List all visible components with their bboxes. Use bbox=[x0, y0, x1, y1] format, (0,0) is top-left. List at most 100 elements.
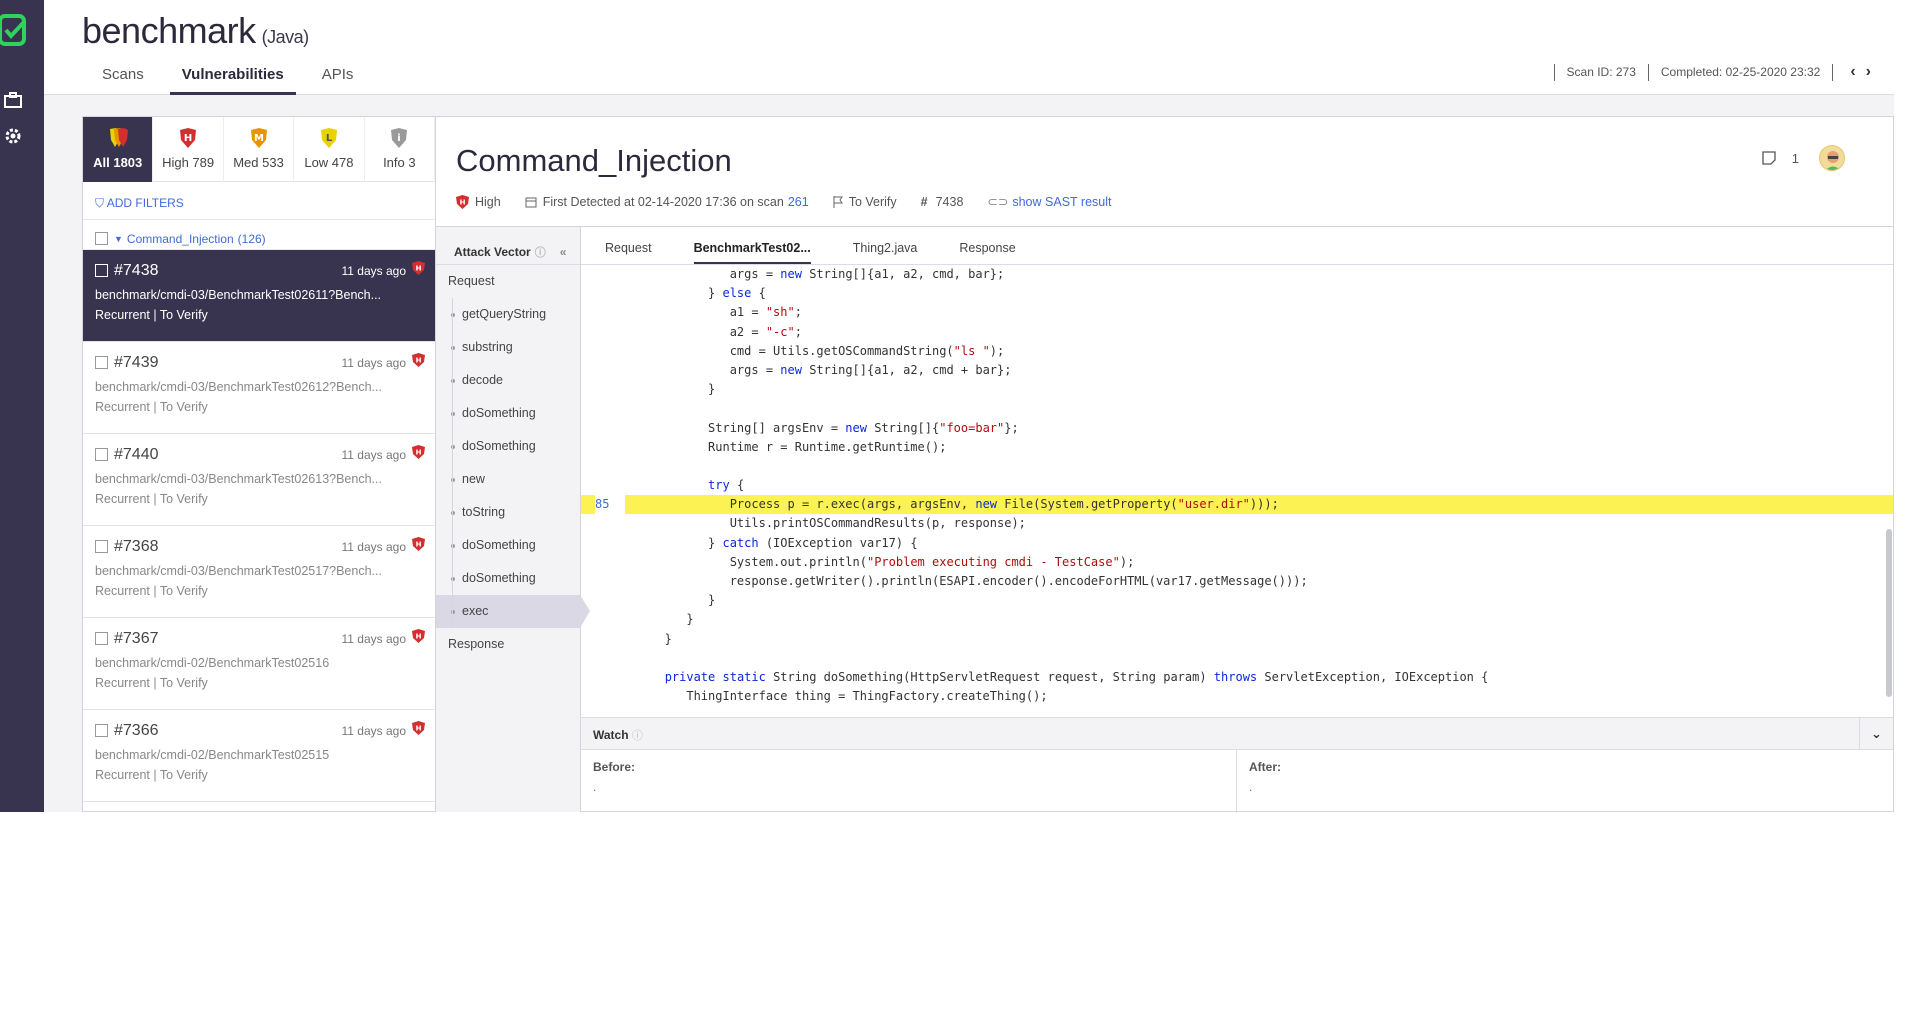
scan-link[interactable]: 261 bbox=[788, 195, 809, 209]
watch-before: Before: . bbox=[581, 750, 1237, 813]
tab-apis[interactable]: APIs bbox=[310, 58, 366, 95]
info-icon: ⓘ bbox=[631, 730, 643, 742]
code-line: a2 = "-c"; bbox=[581, 323, 1893, 342]
collapse-chevrons-icon[interactable]: « bbox=[560, 245, 567, 259]
gear-icon[interactable] bbox=[3, 126, 23, 146]
item-checkbox[interactable] bbox=[95, 632, 108, 645]
all-severities-shield-icon bbox=[109, 128, 128, 147]
attack-vector-response[interactable]: Response bbox=[436, 628, 580, 661]
tab-vulnerabilities[interactable]: Vulnerabilities bbox=[169, 58, 296, 95]
code-line: System.out.println("Problem executing cm… bbox=[581, 553, 1893, 572]
item-status: Recurrent | To Verify bbox=[95, 308, 425, 322]
project-name: benchmark bbox=[82, 10, 256, 51]
next-scan-chevron-right-icon[interactable]: › bbox=[1861, 63, 1876, 81]
svg-text:H: H bbox=[416, 633, 422, 641]
high-shield-icon: H bbox=[412, 445, 425, 464]
watch-toggle-chevron-down-icon[interactable]: ⌄ bbox=[1859, 718, 1893, 750]
attack-vector-node-label: exec bbox=[462, 604, 489, 618]
list-item[interactable]: #7368 11 days ago Hbenchmark/cmdi-03/Bench… bbox=[83, 526, 435, 618]
attack-vector-node[interactable]: doSomething bbox=[436, 529, 580, 562]
item-checkbox[interactable] bbox=[95, 264, 108, 277]
tab-scans[interactable]: Scans bbox=[90, 58, 156, 95]
code-line: } bbox=[581, 630, 1893, 649]
checkmarx-logo-icon[interactable] bbox=[0, 14, 28, 48]
code-tab[interactable]: Request bbox=[605, 227, 652, 264]
item-checkbox[interactable] bbox=[95, 540, 108, 553]
code-line: args = new String[]{a1, a2, cmd, bar}; bbox=[581, 265, 1893, 284]
attack-vector-node[interactable]: getQueryString bbox=[436, 298, 580, 331]
severity-tab-i[interactable]: i Info 3 bbox=[365, 117, 436, 182]
severity-tab-all[interactable]: All 1803 bbox=[83, 117, 154, 182]
attack-vector-node[interactable]: doSomething bbox=[436, 397, 580, 430]
item-id: #7368 bbox=[114, 537, 159, 555]
hash-icon: # bbox=[920, 194, 928, 209]
item-id: #7440 bbox=[114, 445, 159, 463]
code-tab[interactable]: Thing2.java bbox=[853, 227, 918, 264]
attack-vector-node[interactable]: exec bbox=[436, 595, 590, 628]
list-item[interactable]: #7366 11 days ago Hbenchmark/cmdi-02/Bench… bbox=[83, 710, 435, 802]
item-checkbox[interactable] bbox=[95, 724, 108, 737]
status-divider: | bbox=[149, 400, 160, 414]
item-recurrence: Recurrent bbox=[95, 492, 150, 506]
code-text: a1 = "sh"; bbox=[643, 305, 802, 320]
severity-tab-label: Med 533 bbox=[233, 155, 284, 170]
briefcase-icon[interactable] bbox=[3, 90, 23, 110]
status-divider: | bbox=[149, 676, 160, 690]
list-item[interactable]: #7440 11 days ago Hbenchmark/cmdi-03/Bench… bbox=[83, 434, 435, 526]
list-item[interactable]: #7438 11 days ago Hbenchmark/cmdi-03/Bench… bbox=[83, 250, 435, 342]
item-id: #7438 bbox=[114, 261, 159, 279]
status-divider: | bbox=[149, 584, 160, 598]
detail-panel: Command_Injection H High First Detected … bbox=[436, 117, 1893, 813]
comment-icon[interactable] bbox=[1762, 151, 1776, 165]
item-age: 11 days ago bbox=[341, 263, 407, 278]
status-divider: | bbox=[149, 768, 160, 782]
caret-down-icon[interactable]: ▼ bbox=[114, 234, 123, 244]
group-header[interactable]: ▼ Command_Injection (126) bbox=[83, 220, 435, 250]
code-line: response.getWriter().println(ESAPI.encod… bbox=[581, 572, 1893, 591]
item-checkbox[interactable] bbox=[95, 448, 108, 461]
attack-vector-node-label: getQueryString bbox=[462, 307, 547, 321]
attack-vector-node[interactable]: toString bbox=[436, 496, 580, 529]
item-checkbox[interactable] bbox=[95, 356, 108, 369]
severity-tab-l[interactable]: L Low 478 bbox=[294, 117, 365, 182]
show-sast-link[interactable]: ⊂⊃ show SAST result bbox=[987, 194, 1111, 210]
item-recurrence: Recurrent bbox=[95, 768, 150, 782]
svg-text:H: H bbox=[416, 265, 422, 273]
code-tab[interactable]: Response bbox=[959, 227, 1015, 264]
item-path: benchmark/cmdi-03/BenchmarkTest02612?Ben… bbox=[95, 380, 382, 394]
code-line: } bbox=[581, 591, 1893, 610]
code-text: private static String doSomething(HttpSe… bbox=[664, 669, 1489, 684]
item-id: #7439 bbox=[114, 353, 159, 371]
attack-vector-node-label: new bbox=[462, 472, 485, 486]
watch-after: After: . bbox=[1249, 760, 1281, 794]
severity-tab-h[interactable]: H High 789 bbox=[153, 117, 224, 182]
group-checkbox[interactable] bbox=[95, 232, 108, 245]
list-item[interactable]: #7439 11 days ago Hbenchmark/cmdi-03/Bench… bbox=[83, 342, 435, 434]
attack-vector-node[interactable]: decode bbox=[436, 364, 580, 397]
prev-scan-chevron-left-icon[interactable]: ‹ bbox=[1845, 63, 1860, 81]
attack-vector-request[interactable]: Request bbox=[436, 265, 580, 298]
attack-vector-node[interactable]: doSomething bbox=[436, 430, 580, 463]
avatar[interactable] bbox=[1819, 145, 1845, 171]
add-filters-button[interactable]: ⛉ ADD FILTERS bbox=[83, 182, 435, 220]
list-item[interactable]: #7367 11 days ago Hbenchmark/cmdi-02/Bench… bbox=[83, 618, 435, 710]
high-shield-icon: H bbox=[412, 261, 425, 280]
item-path: benchmark/cmdi-03/BenchmarkTest02613?Ben… bbox=[95, 472, 382, 486]
flag-icon bbox=[833, 195, 843, 208]
code-text: System.out.println("Problem executing cm… bbox=[643, 554, 1135, 569]
attack-vector-node[interactable]: doSomething bbox=[436, 562, 580, 595]
watch-header: Watch ⓘ ⌄ bbox=[581, 718, 1893, 750]
code-text: } else { bbox=[643, 286, 766, 301]
state-dropdown[interactable]: To Verify bbox=[833, 195, 897, 209]
attack-vector-node[interactable]: new bbox=[436, 463, 580, 496]
svg-text:H: H bbox=[416, 357, 422, 365]
detail-body: Attack Vector ⓘ « Request getQueryString s… bbox=[436, 226, 1893, 813]
code-text: Process p = r.exec(args, argsEnv, new Fi… bbox=[643, 497, 1279, 512]
severity-tab-m[interactable]: M Med 533 bbox=[224, 117, 295, 182]
code-tab[interactable]: BenchmarkTest02... bbox=[693, 227, 811, 264]
attack-vector-node[interactable]: substring bbox=[436, 331, 580, 364]
code-scrollbar[interactable] bbox=[1886, 529, 1892, 697]
severity-tab-label: Info 3 bbox=[383, 155, 416, 170]
code-text: cmd = Utils.getOSCommandString("ls "); bbox=[643, 343, 1005, 358]
